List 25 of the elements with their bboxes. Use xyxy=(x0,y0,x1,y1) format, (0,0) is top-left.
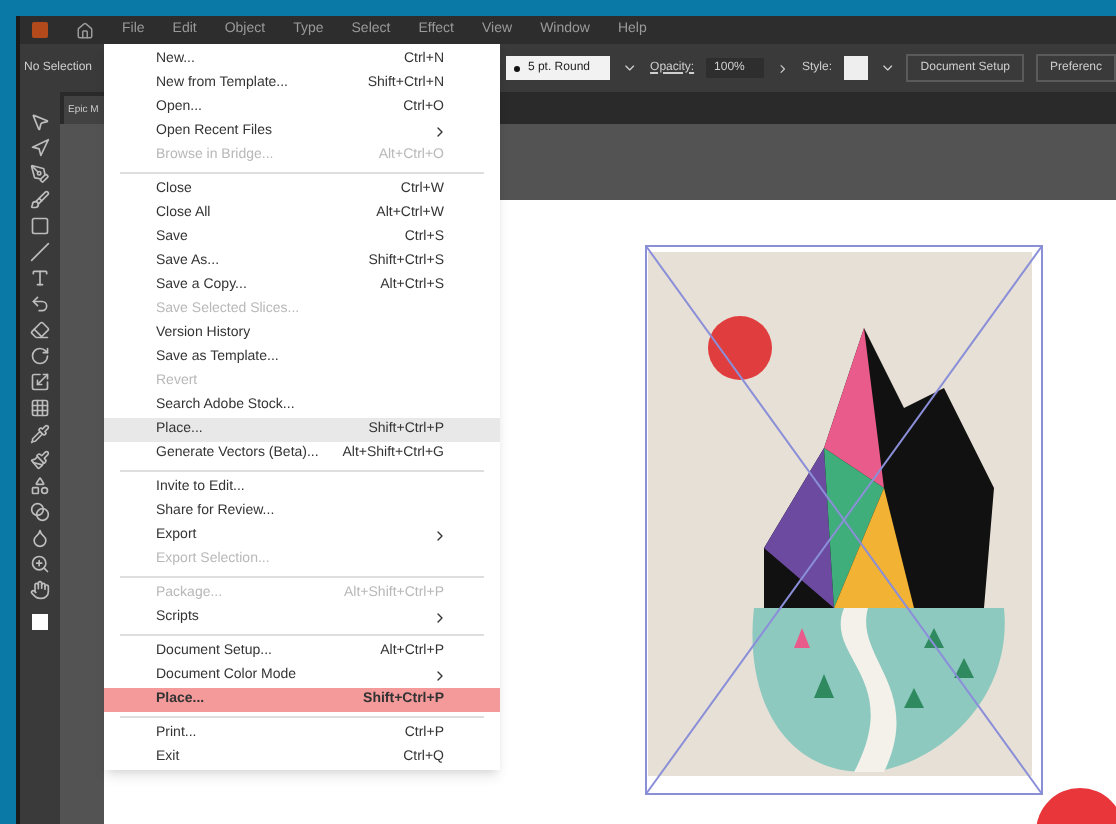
shapes-icon[interactable] xyxy=(30,476,50,496)
grid-icon[interactable] xyxy=(30,398,50,418)
dropdown-caret-icon[interactable] xyxy=(622,60,639,76)
curve-arrow-icon[interactable] xyxy=(30,294,50,314)
blend-icon[interactable] xyxy=(30,502,50,522)
zoom-icon[interactable] xyxy=(30,554,50,574)
droplet-icon[interactable] xyxy=(30,528,50,548)
paintbrush-icon[interactable] xyxy=(30,450,50,470)
hand-icon[interactable] xyxy=(30,580,50,600)
rectangle-icon[interactable] xyxy=(30,216,50,236)
selection-arrow-icon[interactable] xyxy=(30,112,50,132)
app-logo-icon xyxy=(32,22,48,38)
eraser-icon[interactable] xyxy=(30,320,50,340)
dropdown-caret-icon[interactable] xyxy=(879,60,895,76)
home-icon[interactable] xyxy=(76,21,94,39)
rotate-icon[interactable] xyxy=(30,346,50,366)
type-icon[interactable] xyxy=(30,268,50,288)
eyedropper-icon[interactable] xyxy=(30,424,50,444)
fill-swatch-icon[interactable] xyxy=(32,614,48,630)
scale-icon[interactable] xyxy=(30,372,50,392)
brush-icon[interactable] xyxy=(30,190,50,210)
line-icon[interactable] xyxy=(30,242,50,262)
direct-select-icon[interactable] xyxy=(30,138,50,158)
style-swatch[interactable] xyxy=(844,56,868,80)
pen-tool-icon[interactable] xyxy=(30,164,50,184)
